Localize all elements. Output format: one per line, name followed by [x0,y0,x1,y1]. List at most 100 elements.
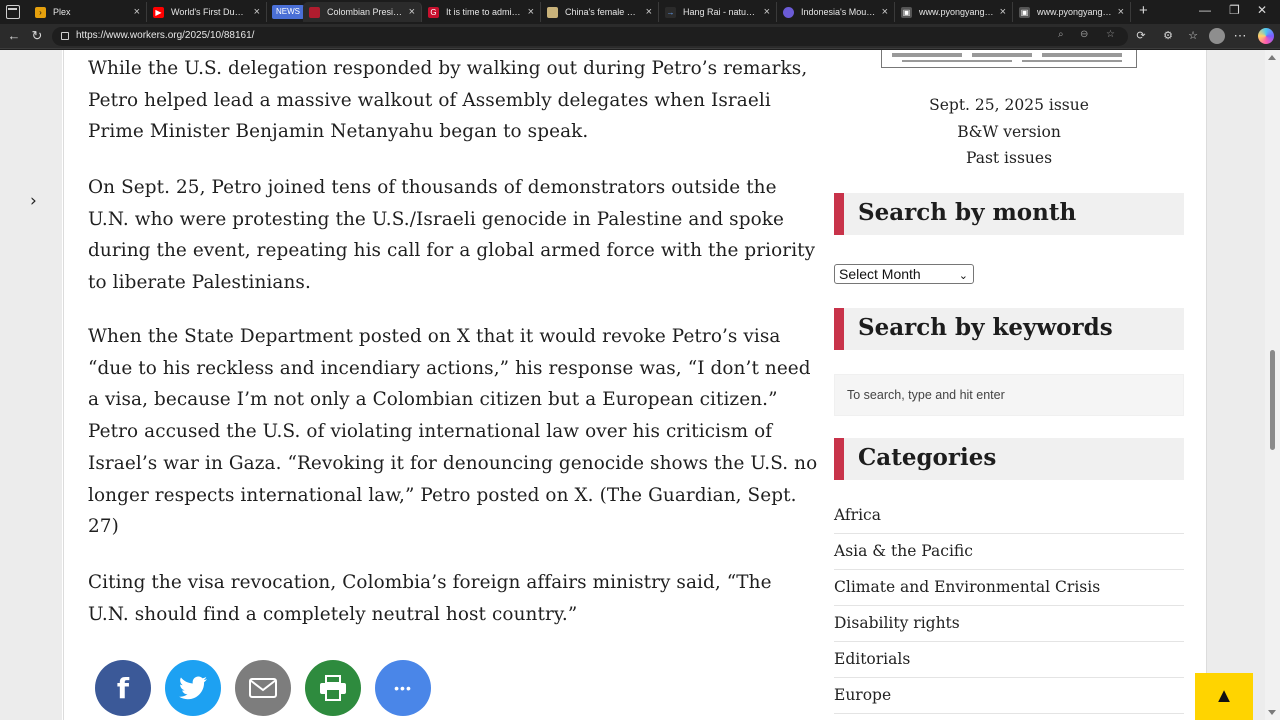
url-text[interactable]: https://www.workers.org/2025/10/88161/ [76,30,254,41]
scrollbar-thumb[interactable] [1270,350,1275,450]
category-label[interactable]: Europe [834,686,891,704]
extensions-icon[interactable]: ⟳ [1133,28,1149,44]
tab-title: www.pyongyangtime [1037,7,1112,17]
tab-close-icon[interactable]: × [528,6,534,18]
article-paragraph: When the State Department posted on X th… [88,326,818,538]
search-by-keywords-heading: Search by keywords [834,308,1184,350]
category-item[interactable]: Climate and Environmental Crisis [834,570,1184,606]
chevron-right-icon[interactable]: › [30,191,37,211]
guardian-icon: G [428,6,439,18]
printer-icon [320,675,346,701]
widget-title-text: Search by month [858,199,1077,226]
tab-close-icon[interactable]: × [134,6,140,18]
facebook-icon: f [116,671,130,705]
month-select[interactable]: Select Month ⌄ [834,264,974,284]
category-label[interactable]: Editorials [834,650,910,668]
globe-icon [783,6,794,18]
browser-toolbar: ← ↻ https://www.workers.org/2025/10/8816… [0,24,1280,49]
month-select-value: Select Month [839,266,921,282]
category-item[interactable]: Disability rights [834,606,1184,642]
window-menu-icon[interactable] [6,5,20,19]
category-item[interactable]: Africa [834,498,1184,534]
tab-close-icon[interactable]: × [764,6,770,18]
tab-hang-rai[interactable]: → Hang Rai - natural ge × [659,2,777,22]
tab-close-icon[interactable]: × [1118,6,1124,18]
zoom-icon[interactable]: ⌕ [1058,29,1064,40]
article-paragraph: While the U.S. delegation responded by w… [88,58,808,143]
page-content: While the U.S. delegation responded by w… [63,50,1207,720]
tab-close-icon[interactable]: × [1000,6,1006,18]
tab-title: Colombian President [327,7,403,17]
category-label[interactable]: Asia & the Pacific [834,542,973,560]
settings-more-icon[interactable]: ⋯ [1232,28,1248,44]
category-label[interactable]: Africa [834,506,881,524]
site-info-icon[interactable] [61,32,69,40]
tab-plex[interactable]: › Plex × [29,2,147,22]
tab-indonesia-mount[interactable]: Indonesia's Mount Le × [777,2,895,22]
copilot-icon[interactable] [1258,28,1274,44]
page-icon: ▣ [1019,6,1030,18]
back-icon[interactable]: ← [6,28,22,44]
document-icon [547,6,558,18]
tab-pyongyang-times-1[interactable]: ▣ www.pyongyangtime × [895,2,1013,22]
category-item[interactable]: Editorials [834,642,1184,678]
restore-icon[interactable]: ❐ [1229,3,1240,17]
category-list: Africa Asia & the Pacific Climate and En… [834,498,1184,714]
favorite-star-icon[interactable]: ☆ [1106,29,1115,40]
tab-close-icon[interactable]: × [882,6,888,18]
tab-close-icon[interactable]: × [646,6,652,18]
back-to-top-button[interactable]: ▲ [1195,673,1253,720]
address-bar[interactable]: https://www.workers.org/2025/10/88161/ ⌕… [52,27,1128,46]
tab-title: China's female astron [565,7,640,17]
article-paragraph: Citing the visa revocation, Colombia’s f… [88,572,772,625]
scroll-up-icon[interactable] [1268,55,1276,60]
twitter-bird-icon [179,676,207,700]
past-issues-link[interactable]: Past issues [834,149,1184,167]
tab-admit-palestine[interactable]: G It is time to admit Pal × [422,2,541,22]
widget-title-text: Categories [858,444,997,471]
share-more-button[interactable]: ••• [375,660,431,716]
bw-version-link[interactable]: B&W version [834,123,1184,141]
youtube-icon: ▶ [153,6,164,18]
left-gutter [0,50,62,720]
right-gutter [1207,50,1265,720]
favorites-icon[interactable]: ☆ [1185,28,1201,44]
issue-cover-image[interactable] [881,50,1137,68]
tab-title: www.pyongyangtime [919,7,994,17]
article-paragraph: On Sept. 25, Petro joined tens of thousa… [88,177,816,294]
share-twitter-button[interactable] [165,660,221,716]
minimize-icon[interactable]: — [1199,3,1211,17]
share-print-button[interactable] [305,660,361,716]
tab-title: It is time to admit Pal [446,7,522,17]
split-screen-icon[interactable]: ⚙ [1160,28,1176,44]
more-dots-icon: ••• [394,680,412,696]
category-item[interactable]: Europe [834,678,1184,714]
category-item[interactable]: Asia & the Pacific [834,534,1184,570]
tab-close-icon[interactable]: × [409,6,415,18]
keyword-search-input[interactable]: To search, type and hit enter [834,374,1184,416]
current-issue-link[interactable]: Sept. 25, 2025 issue [834,96,1184,114]
scroll-down-icon[interactable] [1268,710,1276,715]
tab-close-icon[interactable]: × [254,6,260,18]
profile-avatar[interactable] [1209,28,1225,44]
close-window-icon[interactable]: ✕ [1257,3,1267,17]
envelope-icon [249,678,277,698]
category-label[interactable]: Climate and Environmental Crisis [834,578,1100,596]
tab-colombian-president[interactable]: Colombian President × [303,2,422,22]
page-scrollbar[interactable] [1265,50,1280,720]
share-email-button[interactable] [235,660,291,716]
widget-title-text: Search by keywords [858,314,1113,341]
tab-youtube[interactable]: ▶ World's First Dual-Touch × [147,2,267,22]
arrow-up-icon: ▲ [1214,685,1234,707]
workers-site-icon [309,6,320,18]
new-tab-icon[interactable]: + [1139,3,1148,19]
tab-china-astronaut[interactable]: China's female astron × [541,2,659,22]
category-label[interactable]: Disability rights [834,614,960,632]
news-tab-group-badge[interactable]: NEWS [272,5,304,19]
reader-icon[interactable]: ⊖ [1080,29,1088,40]
share-facebook-button[interactable]: f [95,660,151,716]
tab-pyongyang-times-2[interactable]: ▣ www.pyongyangtime × [1013,2,1131,22]
tab-title: Hang Rai - natural ge [683,7,758,17]
refresh-icon[interactable]: ↻ [29,28,45,44]
arrow-icon: → [665,6,676,18]
